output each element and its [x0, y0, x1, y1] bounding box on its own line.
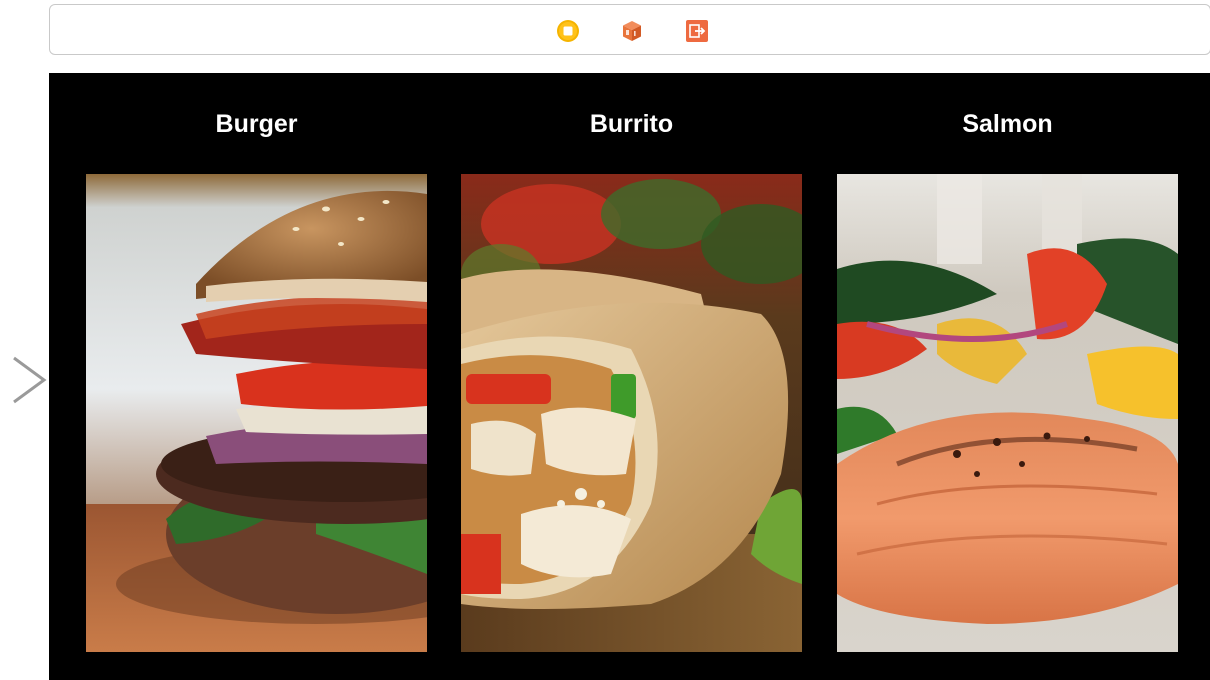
- stop-icon[interactable]: [556, 19, 580, 43]
- cell-title: Burger: [215, 110, 298, 138]
- cell-title: Burrito: [589, 110, 674, 138]
- exit-icon[interactable]: [685, 19, 709, 43]
- burger-image: [86, 174, 427, 652]
- salmon-image: [837, 174, 1178, 652]
- collection-view: Burger Burrito Salmon: [49, 73, 1210, 680]
- chevron-right-icon: [8, 352, 48, 408]
- burrito-image: [461, 174, 802, 652]
- scene-toolbar: [49, 4, 1210, 55]
- cube-icon[interactable]: [620, 19, 644, 43]
- cell-title: Salmon: [962, 110, 1053, 138]
